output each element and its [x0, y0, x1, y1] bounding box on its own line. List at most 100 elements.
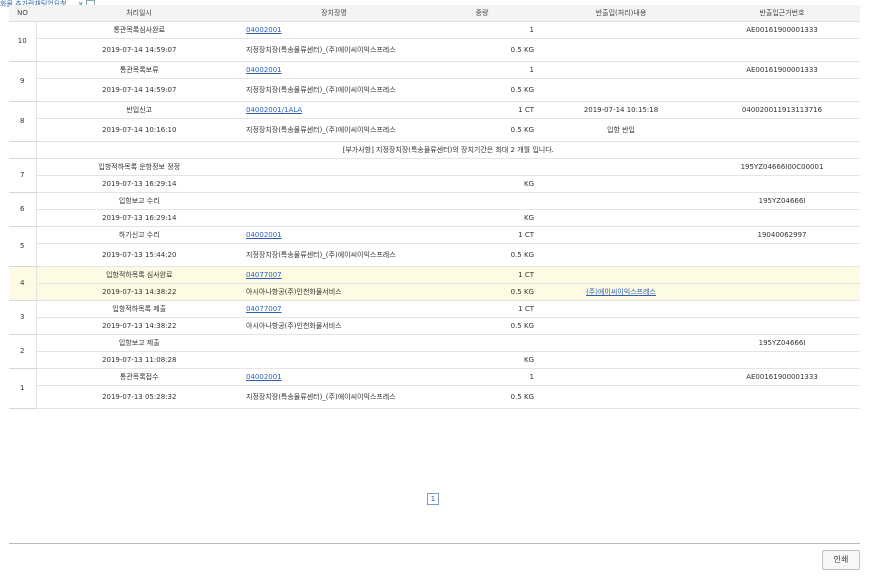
- detail-cell: [538, 61, 704, 79]
- table-row[interactable]: 4 입항적하목록 심사완료 04077007 1 CT: [9, 266, 860, 301]
- detail-cell: [538, 192, 704, 210]
- weight-cell: 0.5 KG: [426, 38, 538, 62]
- quantity-cell: 1: [426, 21, 538, 39]
- row-number: 2: [9, 334, 37, 369]
- detail-cell: [538, 334, 704, 352]
- detail-cell: [538, 385, 704, 409]
- table-row-sub[interactable]: 2019-07-13 16:29:14 KG: [9, 175, 860, 193]
- warehouse-code-link[interactable]: 04002001: [246, 66, 282, 74]
- datetime-cell: 2019-07-13 05:28:32: [36, 385, 242, 409]
- warehouse-code-cell[interactable]: 04002001/1ALA: [242, 101, 426, 119]
- warehouse-code-cell[interactable]: 04002001: [242, 21, 426, 39]
- table-row[interactable]: 7 입항적하목록 운항정보 정정 195YZ04666I00C00001: [9, 158, 860, 193]
- quantity-cell: 1: [426, 61, 538, 79]
- weight-cell: 0.5 KG: [426, 243, 538, 267]
- status-cell: 통관목록심사완료: [36, 21, 242, 39]
- history-table: NO 처리일시 장치장명 중량 반출입(처리)내용 반출입근거번호 10 통관목록…: [9, 5, 860, 409]
- weight-cell: KG: [426, 175, 538, 193]
- table-row-sub[interactable]: 2019-07-13 14:38:22 아시아나항공(주)인천화물서비스 0.5 K…: [9, 283, 860, 301]
- table-row[interactable]: 2 입항보고 제출 195YZ04666I: [9, 334, 860, 369]
- col-weight: 중량: [426, 5, 538, 22]
- table-row-sub[interactable]: 2019-07-14 14:59:07 지정장치장(특송물류센터)_(주)에이씨이…: [9, 38, 860, 62]
- table-row[interactable]: 9 통관목록보류 04002001 1 AE00161900001333: [9, 61, 860, 102]
- table-row[interactable]: 1 통관목록접수 04002001 1 AE00161900001333: [9, 368, 860, 409]
- warehouse-code-cell[interactable]: 04002001: [242, 226, 426, 244]
- warehouse-name-cell: 아시아나항공(주)인천화물서비스: [242, 317, 426, 335]
- notice-spacer: [9, 141, 37, 159]
- warehouse-code-cell: [242, 192, 426, 210]
- reference-empty-cell: [704, 175, 860, 193]
- divider: [9, 543, 860, 544]
- warehouse-code-link[interactable]: 04002001: [246, 231, 282, 239]
- table-row-sub[interactable]: 2019-07-13 11:08:28 KG: [9, 351, 860, 369]
- status-cell: 입항적하목록 운항정보 정정: [36, 158, 242, 176]
- col-datetime: 처리일시: [36, 5, 242, 22]
- table-row-sub[interactable]: 2019-07-13 15:44:20 지정장치장(특송물류센터)_(주)에이씨이…: [9, 243, 860, 267]
- storage-notice: [부가사항] 지정장치장(특송물류센터)의 장치기간은 최대 2 개월 입니다.: [36, 141, 860, 159]
- warehouse-code-link[interactable]: 04077007: [246, 305, 282, 313]
- reference-number-cell: [704, 300, 860, 318]
- warehouse-code-cell[interactable]: 04077007: [242, 266, 426, 284]
- reference-empty-cell: [704, 118, 860, 142]
- datetime-cell: 2019-07-13 14:38:22: [36, 317, 242, 335]
- quantity-cell: [426, 192, 538, 210]
- table-row-sub[interactable]: 2019-07-13 05:28:32 지정장치장(특송물류센터)_(주)에이씨이…: [9, 385, 860, 409]
- status-cell: 하기신고 수리: [36, 226, 242, 244]
- status-cell: 반입신고: [36, 101, 242, 119]
- weight-cell: 0.5 KG: [426, 118, 538, 142]
- table-row-sub[interactable]: 2019-07-13 14:38:22 아시아나항공(주)인천화물서비스 0.5 K…: [9, 317, 860, 335]
- table-row[interactable]: 6 입항보고 수리 195YZ04666I: [9, 192, 860, 227]
- detail-cell: [538, 317, 704, 335]
- reference-empty-cell: [704, 243, 860, 267]
- detail-cell: [538, 78, 704, 102]
- status-cell: 입항보고 수리: [36, 192, 242, 210]
- reference-empty-cell: [704, 38, 860, 62]
- quantity-cell: [426, 334, 538, 352]
- row-number: 8: [9, 101, 37, 142]
- detail-cell: [538, 21, 704, 39]
- row-number: 10: [9, 21, 37, 62]
- datetime-cell: 2019-07-13 16:29:14: [36, 209, 242, 227]
- warehouse-code-cell[interactable]: 04077007: [242, 300, 426, 318]
- status-cell: 입항적하목록 심사완료: [36, 266, 242, 284]
- quantity-cell: 1 CT: [426, 101, 538, 119]
- warehouse-code-link[interactable]: 04002001: [246, 26, 282, 34]
- reference-number-cell: 040020011913113716: [704, 101, 860, 119]
- reference-number-cell: [704, 266, 860, 284]
- row-number: 5: [9, 226, 37, 267]
- datetime-cell: 2019-07-14 10:16:10: [36, 118, 242, 142]
- warehouse-code-link[interactable]: 04002001/1ALA: [246, 106, 302, 114]
- table-row[interactable]: 8 반입신고 04002001/1ALA 1 CT 2019-07-14 10:15:1…: [9, 101, 860, 142]
- table-row[interactable]: 10 통관목록심사완료 04002001 1 AE00161900001333: [9, 21, 860, 62]
- table-row-sub[interactable]: 2019-07-13 16:29:14 KG: [9, 209, 860, 227]
- warehouse-code-cell[interactable]: 04002001: [242, 61, 426, 79]
- detail-cell: [538, 243, 704, 267]
- detail-cell: [538, 158, 704, 176]
- warehouse-code-cell[interactable]: 04002001: [242, 368, 426, 386]
- status-cell: 통관목록보류: [36, 61, 242, 79]
- quantity-cell: 1 CT: [426, 266, 538, 284]
- table-row[interactable]: 3 입항적하목록 제출 04077007 1 CT: [9, 300, 860, 335]
- reference-number-cell: AE00161900001333: [704, 61, 860, 79]
- warehouse-code-link[interactable]: 04002001: [246, 373, 282, 381]
- quantity-cell: 1 CT: [426, 226, 538, 244]
- detail-cell: 입항 반입: [538, 118, 704, 142]
- datetime-cell: 2019-07-13 11:08:28: [36, 351, 242, 369]
- row-number: 1: [9, 368, 37, 409]
- weight-cell: KG: [426, 351, 538, 369]
- page-1-button[interactable]: 1: [427, 493, 439, 505]
- table-row-sub[interactable]: 2019-07-14 14:59:07 지정장치장(특송물류센터)_(주)에이씨이…: [9, 78, 860, 102]
- weight-cell: 0.5 KG: [426, 317, 538, 335]
- warehouse-name-cell: 지정장치장(특송물류센터)_(주)에이씨이익스프레스: [242, 118, 426, 142]
- status-cell: 통관목록접수: [36, 368, 242, 386]
- company-link[interactable]: (주)에이씨이익스프레스: [586, 288, 656, 296]
- weight-cell: 0.5 KG: [426, 283, 538, 301]
- warehouse-name-cell: 아시아나항공(주)인천화물서비스: [242, 283, 426, 301]
- table-row[interactable]: 5 하기신고 수리 04002001 1 CT 19040062997: [9, 226, 860, 267]
- print-button[interactable]: 인쇄: [822, 550, 860, 570]
- detail-cell: [538, 368, 704, 386]
- table-row-sub[interactable]: 2019-07-14 10:16:10 지정장치장(특송물류센터)_(주)에이씨이…: [9, 118, 860, 142]
- warehouse-code-link[interactable]: 04077007: [246, 271, 282, 279]
- reference-empty-cell: [704, 317, 860, 335]
- detail-cell[interactable]: (주)에이씨이익스프레스: [538, 283, 704, 301]
